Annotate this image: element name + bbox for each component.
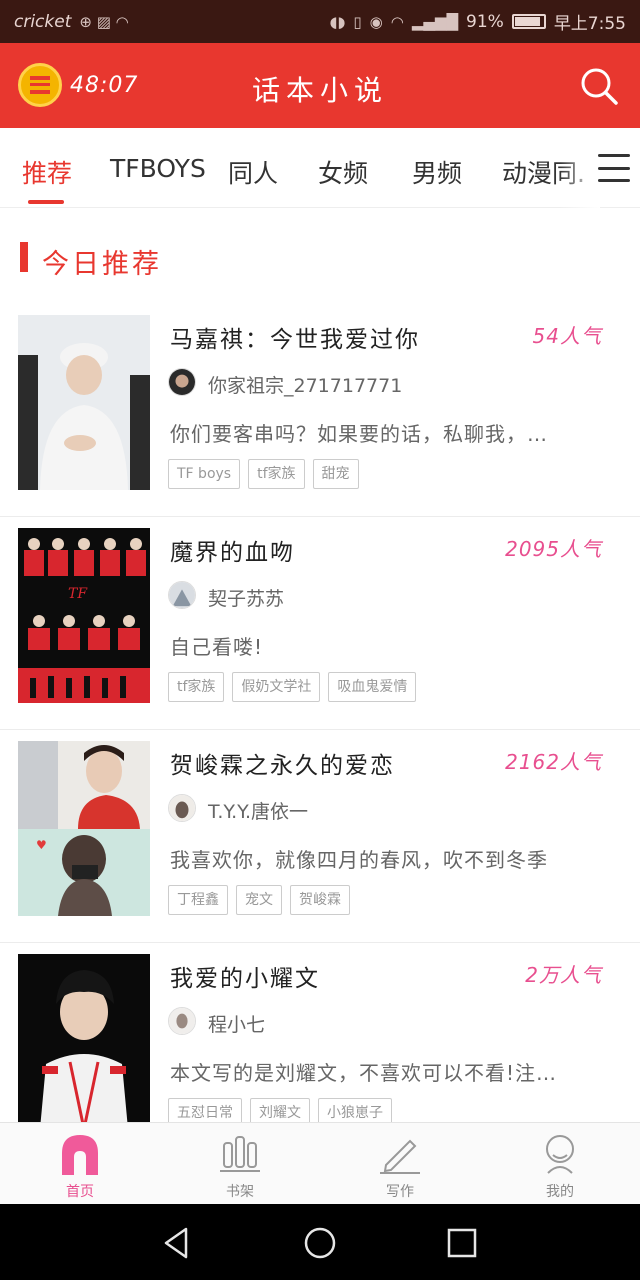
book-tag[interactable]: TF boys [168, 459, 241, 489]
menu-icon[interactable] [598, 154, 630, 182]
book-item[interactable]: 马嘉祺：今世我爱过你 54人气 你家祖宗_271717771 你们要客串吗？如果… [0, 304, 640, 517]
author-avatar[interactable] [168, 794, 196, 822]
tab-male[interactable]: 男频 [412, 154, 462, 190]
popularity-count: 2162人气 [505, 750, 602, 774]
book-tag[interactable]: 贺峻霖 [290, 885, 350, 915]
nav-bookshelf[interactable]: 书架 [160, 1123, 320, 1205]
book-description: 本文写的是刘耀文，不喜欢可以不看!注… [170, 1061, 558, 1085]
nav-home[interactable]: 首页 [0, 1123, 160, 1205]
vibrate-icon: ▯ [353, 12, 362, 31]
book-item[interactable]: TF 魔界的血吻 2095人气 契子苏苏 自己看喽! tf家族 假奶文学社 吸血… [0, 517, 640, 730]
author-name[interactable]: 契子苏苏 [208, 584, 284, 611]
category-tabs: 推荐 TFBOYS 同人 女频 男频 动漫同. [0, 128, 640, 208]
popularity-count: 2095人气 [505, 537, 602, 561]
book-cover[interactable] [18, 315, 150, 490]
book-tag[interactable]: 丁程鑫 [168, 885, 228, 915]
status-right: ◖◗ ▯ ◉ ◠ ▂▄▆█ 91% 早上7:55 [329, 9, 626, 35]
notification-icons: ⊕ ▨ ◠ [79, 12, 129, 31]
headphone-icon: ◖◗ [329, 12, 346, 31]
book-item[interactable]: ♥ 贺峻霖之永久的爱恋 2162人气 T.Y.Y.唐依一 我喜欢你，就像四月的春… [0, 730, 640, 943]
author-avatar[interactable] [168, 1007, 196, 1035]
author-name[interactable]: 程小七 [208, 1010, 265, 1037]
book-cover[interactable]: TF [18, 528, 150, 703]
book-description: 我喜欢你，就像四月的春风，吹不到冬季 [170, 848, 548, 872]
system-nav-bar [0, 1204, 640, 1280]
popularity-count: 2万人气 [525, 963, 602, 987]
eye-icon: ◉ [369, 12, 383, 31]
book-tag[interactable]: 甜宠 [312, 459, 359, 489]
status-bar: cricket ⊕ ▨ ◠ ◖◗ ▯ ◉ ◠ ▂▄▆█ 91% 早上7:55 [0, 0, 640, 43]
book-title[interactable]: 马嘉祺：今世我爱过你 [170, 320, 420, 354]
author-avatar[interactable] [168, 581, 196, 609]
tab-fanfic[interactable]: 同人 [228, 154, 278, 190]
tag-list: 五怼日常 刘耀文 小狼崽子 [168, 1098, 392, 1122]
popularity-count: 54人气 [532, 324, 602, 348]
back-icon[interactable] [160, 1226, 194, 1260]
recents-icon[interactable] [445, 1226, 479, 1260]
home-circle-icon[interactable] [303, 1226, 337, 1260]
clock: 早上7:55 [553, 14, 626, 34]
nav-label: 写作 [386, 1184, 414, 1200]
section-marker [20, 242, 28, 272]
nav-label: 首页 [66, 1184, 94, 1200]
book-item[interactable]: 我爱的小耀文 2万人气 程小七 本文写的是刘耀文，不喜欢可以不看!注… 五怼日常… [0, 943, 640, 1122]
book-title[interactable]: 贺峻霖之永久的爱恋 [170, 746, 395, 780]
search-icon[interactable] [578, 65, 620, 107]
tab-female[interactable]: 女频 [318, 154, 368, 190]
tag-list: tf家族 假奶文学社 吸血鬼爱情 [168, 672, 417, 702]
book-tag[interactable]: 小狼崽子 [318, 1098, 392, 1122]
home-icon [62, 1135, 98, 1175]
app-title: 话本小说 [251, 74, 388, 107]
book-tag[interactable]: 刘耀文 [250, 1098, 310, 1122]
section-header: 今日推荐 [0, 208, 640, 304]
pen-icon [380, 1139, 420, 1174]
bookshelf-icon [220, 1136, 260, 1172]
book-description: 你们要客串吗？如果要的话，私聊我，… [170, 422, 548, 446]
battery-percent: 91% [466, 11, 504, 32]
section-title: 今日推荐 [42, 249, 162, 280]
app-header: 48:07 话本小说 [0, 43, 640, 128]
book-tag[interactable]: 假奶文学社 [232, 672, 321, 702]
status-left: cricket ⊕ ▨ ◠ [14, 12, 129, 32]
active-tab-indicator [28, 200, 64, 204]
wifi-icon: ◠ [390, 12, 404, 31]
tag-list: 丁程鑫 宠文 贺峻霖 [168, 885, 350, 915]
nav-profile[interactable]: 我的 [480, 1123, 640, 1205]
book-list: 马嘉祺：今世我爱过你 54人气 你家祖宗_271717771 你们要客串吗？如果… [0, 304, 640, 1122]
nav-label: 书架 [226, 1184, 254, 1200]
book-tag[interactable]: 五怼日常 [168, 1098, 242, 1122]
book-tag[interactable]: tf家族 [168, 672, 225, 702]
book-cover[interactable] [18, 954, 150, 1122]
bottom-nav: 首页 书架 写作 我的 [0, 1122, 640, 1204]
author-avatar[interactable] [168, 368, 196, 396]
svg-text:♥: ♥ [36, 838, 47, 852]
book-cover[interactable]: ♥ [18, 741, 150, 916]
book-title[interactable]: 魔界的血吻 [170, 533, 295, 567]
svg-text:TF: TF [68, 586, 88, 602]
profile-icon [546, 1135, 574, 1174]
tab-recommend[interactable]: 推荐 [22, 154, 72, 190]
tabs-fade [560, 128, 600, 208]
author-name[interactable]: T.Y.Y.唐依一 [208, 797, 308, 824]
tag-list: TF boys tf家族 甜宠 [168, 459, 359, 489]
book-tag[interactable]: tf家族 [248, 459, 305, 489]
book-description: 自己看喽! [170, 635, 264, 659]
book-title[interactable]: 我爱的小耀文 [170, 959, 320, 993]
tab-tfboys[interactable]: TFBOYS [110, 154, 206, 183]
author-name[interactable]: 你家祖宗_271717771 [208, 371, 402, 398]
nav-label: 我的 [546, 1184, 574, 1200]
book-tag[interactable]: 宠文 [236, 885, 282, 915]
book-tag[interactable]: 吸血鬼爱情 [328, 672, 417, 702]
carrier-name: cricket [14, 11, 72, 32]
battery-icon [511, 14, 546, 29]
signal-icon: ▂▄▆█ [411, 12, 459, 31]
nav-write[interactable]: 写作 [320, 1123, 480, 1205]
